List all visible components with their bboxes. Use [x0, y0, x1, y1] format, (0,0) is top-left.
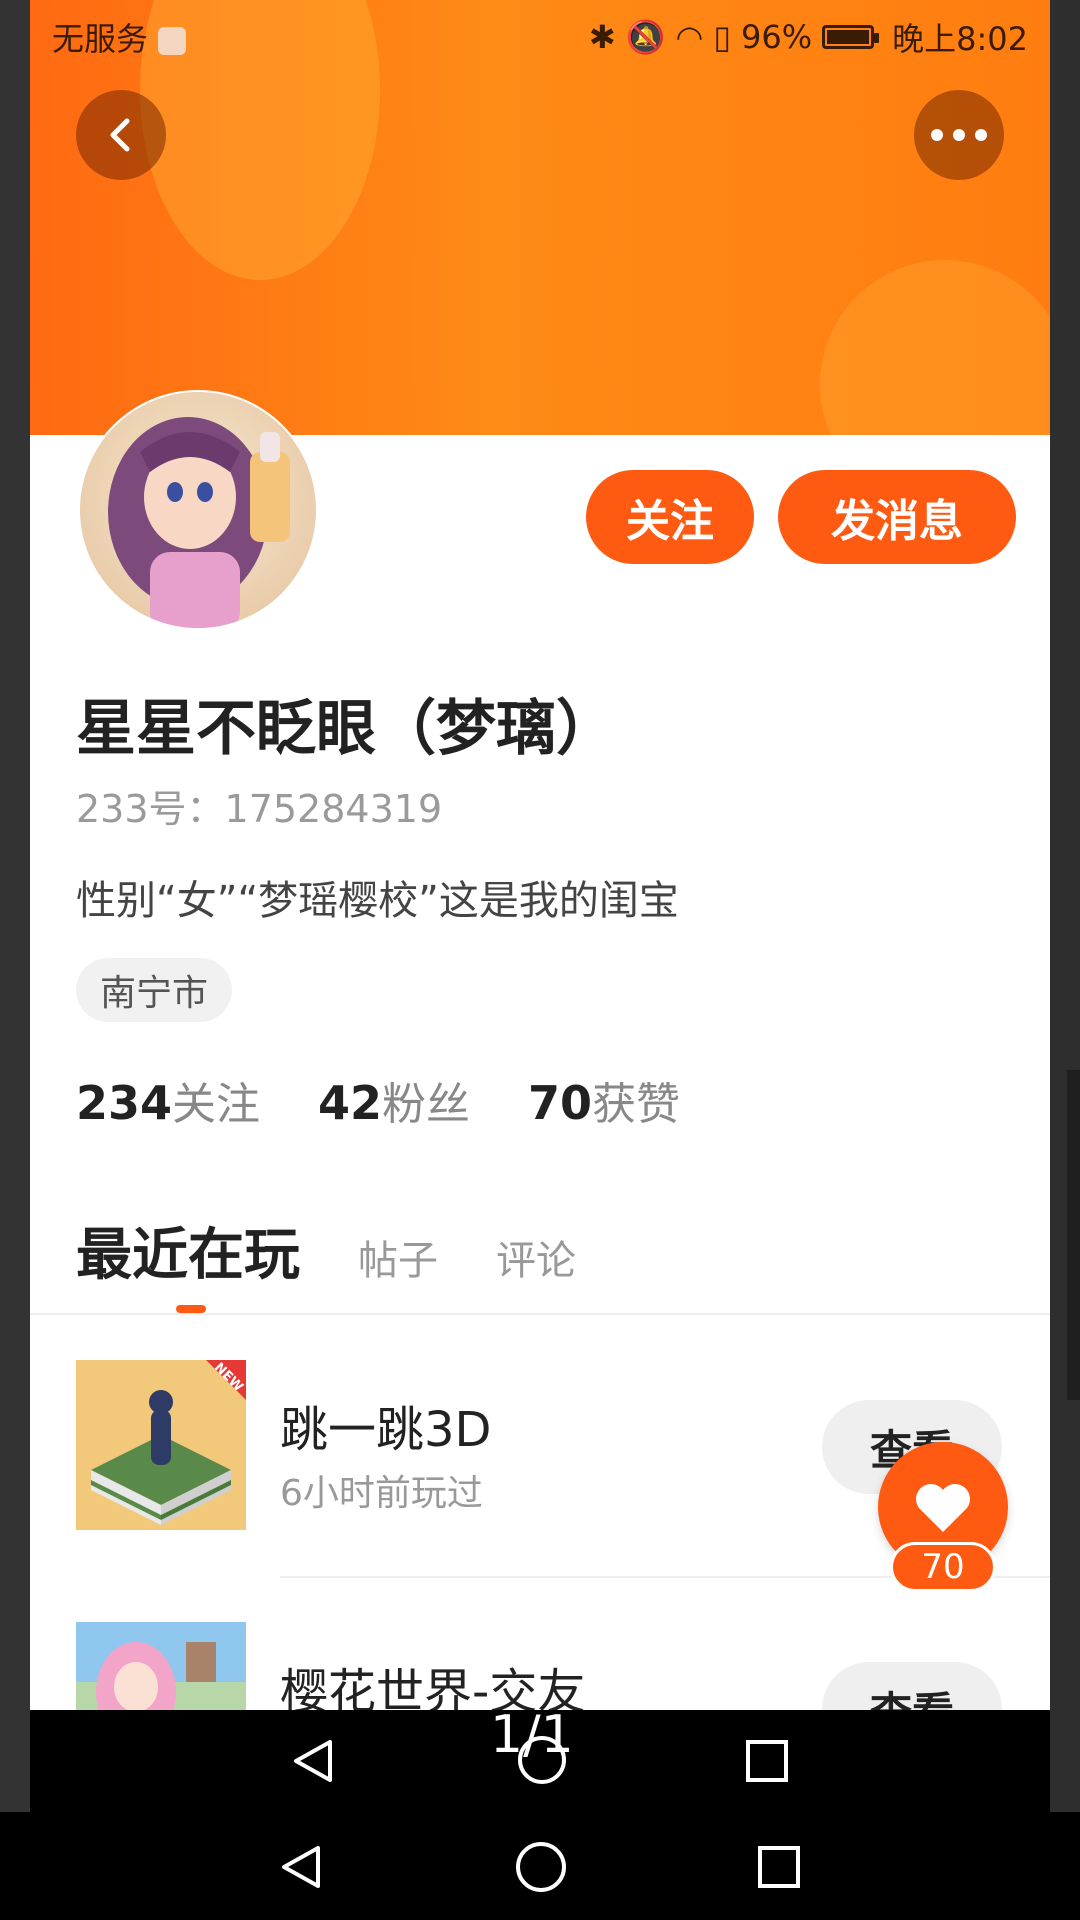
game-title: 樱花世界-交友 [280, 1664, 586, 1710]
tab-recent-playing[interactable]: 最近在玩 [76, 1210, 300, 1291]
divider [30, 1313, 1050, 1315]
status-bar: 无服务 ✱ 🔕 ◠ ▯ 96% 晚上8:02 [30, 0, 1050, 70]
tab-posts[interactable]: 帖子 [358, 1228, 438, 1286]
clock: 晚上8:02 [892, 20, 1028, 58]
wifi-icon: ◠ [675, 18, 704, 56]
tab-comments[interactable]: 评论 [496, 1228, 576, 1286]
chevron-left-icon [110, 118, 130, 152]
sim-icon: ▯ [713, 18, 731, 56]
edge-strip [1050, 0, 1080, 1920]
profile-screen: 无服务 ✱ 🔕 ◠ ▯ 96% 晚上8:02 关注 发消息 星星不眨眼（梦璃） … [30, 0, 1050, 1710]
user-id: 233号：175284319 [76, 787, 443, 831]
mute-icon: 🔕 [625, 18, 666, 56]
game-subtitle: 6小时前玩过 [280, 1473, 483, 1514]
active-tab-indicator [176, 1305, 206, 1313]
back-triangle-icon[interactable] [288, 1736, 338, 1786]
stat-following[interactable]: 234关注 [76, 1068, 260, 1132]
more-button[interactable] [914, 90, 1004, 180]
profile-tabs: 最近在玩 帖子 评论 [76, 1210, 576, 1291]
profile-stats: 234关注 42粉丝 70获赞 [76, 1068, 680, 1132]
more-dots-icon [931, 129, 987, 141]
heart-icon [916, 1484, 970, 1532]
location-tag: 南宁市 [76, 958, 233, 1022]
system-recents-icon[interactable] [756, 1844, 802, 1890]
recents-square-icon[interactable] [744, 1738, 790, 1784]
follow-button[interactable]: 关注 [586, 470, 754, 564]
profile-name: 星星不眨眼（梦璃） [76, 694, 616, 764]
list-item[interactable]: 樱花世界-交友 查看 [30, 1622, 1050, 1710]
game-icon-sakura [76, 1622, 246, 1710]
scrollbar[interactable] [1067, 1070, 1080, 1400]
stat-likes[interactable]: 70获赞 [528, 1068, 680, 1132]
avatar[interactable] [80, 392, 316, 628]
system-navigation-bar [0, 1812, 1080, 1920]
bio-text: 性别“女”“梦瑶樱校”这是我的闺宝 [76, 878, 679, 924]
stat-fans[interactable]: 42粉丝 [318, 1068, 470, 1132]
profile-banner: 无服务 ✱ 🔕 ◠ ▯ 96% 晚上8:02 [30, 0, 1050, 435]
view-button[interactable]: 查看 [822, 1662, 1002, 1710]
send-message-button[interactable]: 发消息 [778, 470, 1016, 564]
system-home-icon[interactable] [514, 1840, 568, 1894]
carrier-label: 无服务 [52, 14, 187, 60]
like-count-badge: 70 [890, 1542, 996, 1592]
page-indicator: 1/1 [490, 1705, 574, 1765]
battery-icon [822, 25, 880, 49]
paw-icon [158, 27, 187, 55]
battery-percent: 96% [741, 18, 813, 56]
bluetooth-icon: ✱ [588, 18, 616, 56]
system-back-icon[interactable] [276, 1842, 326, 1892]
back-button[interactable] [76, 90, 166, 180]
game-title: 跳一跳3D [280, 1402, 492, 1458]
game-icon-jump: NEW [76, 1360, 246, 1530]
